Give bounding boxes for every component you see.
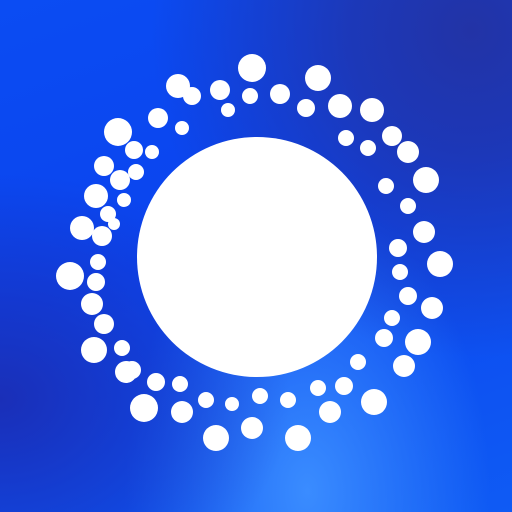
ring-dot [297, 99, 315, 117]
ring-dot [108, 218, 120, 230]
ring-dot [413, 167, 439, 193]
ring-dot [310, 380, 326, 396]
ring-dot [90, 254, 106, 270]
ring-dot [92, 226, 112, 246]
ring-dot [125, 141, 143, 159]
ring-dot [413, 221, 435, 243]
ring-dot [175, 121, 189, 135]
ring-dot [384, 310, 400, 326]
ring-dot [171, 401, 193, 423]
ring-dot [104, 118, 132, 146]
ring-dot [319, 401, 341, 423]
ring-dot [238, 54, 266, 82]
ring-dot [183, 87, 201, 105]
ring-dot [172, 376, 188, 392]
ring-dot [393, 355, 415, 377]
ring-dot [350, 354, 366, 370]
ring-dot [123, 361, 141, 379]
ring-dot [145, 145, 159, 159]
ring-dot [117, 193, 131, 207]
ring-dot [148, 108, 168, 128]
ring-dot [361, 389, 387, 415]
ring-dot [110, 170, 130, 190]
ring-dot [280, 392, 296, 408]
ring-dot [147, 373, 165, 391]
ring-dot [84, 184, 108, 208]
ring-dot [421, 297, 443, 319]
ring-dot [203, 425, 229, 451]
center-circle [137, 137, 377, 377]
ring-dot [242, 88, 258, 104]
app-icon [0, 0, 512, 512]
ring-dot [128, 164, 144, 180]
ring-dot [427, 251, 453, 277]
ring-dot [270, 84, 290, 104]
ring-dot [87, 273, 105, 291]
ring-dot [114, 340, 130, 356]
ring-dot [305, 65, 331, 91]
ring-dot [130, 394, 158, 422]
ring-dot [397, 141, 419, 163]
ring-dot [405, 329, 431, 355]
ring-dot [70, 216, 94, 240]
ring-dot [94, 156, 114, 176]
ring-dot [198, 392, 214, 408]
ring-dot [399, 287, 417, 305]
ring-dot [328, 94, 352, 118]
ring-dot [338, 130, 354, 146]
ring-dot [81, 337, 107, 363]
ring-dot [81, 293, 103, 315]
ring-dot [378, 178, 394, 194]
ring-dot [285, 425, 311, 451]
ring-dot [221, 103, 235, 117]
ring-dot [94, 314, 114, 334]
ring-dot [389, 239, 407, 257]
ring-dot [252, 388, 268, 404]
ring-dot [56, 262, 84, 290]
ring-dot [375, 329, 393, 347]
ring-dot [360, 140, 376, 156]
ring-dot [400, 198, 416, 214]
ring-dot [241, 417, 263, 439]
ring-dot [210, 80, 230, 100]
ring-dot [225, 397, 239, 411]
ring-dot [392, 264, 408, 280]
ring-dot [360, 98, 384, 122]
ring-dot [335, 377, 353, 395]
sunburst-logo [56, 54, 453, 451]
ring-dot [382, 126, 402, 146]
